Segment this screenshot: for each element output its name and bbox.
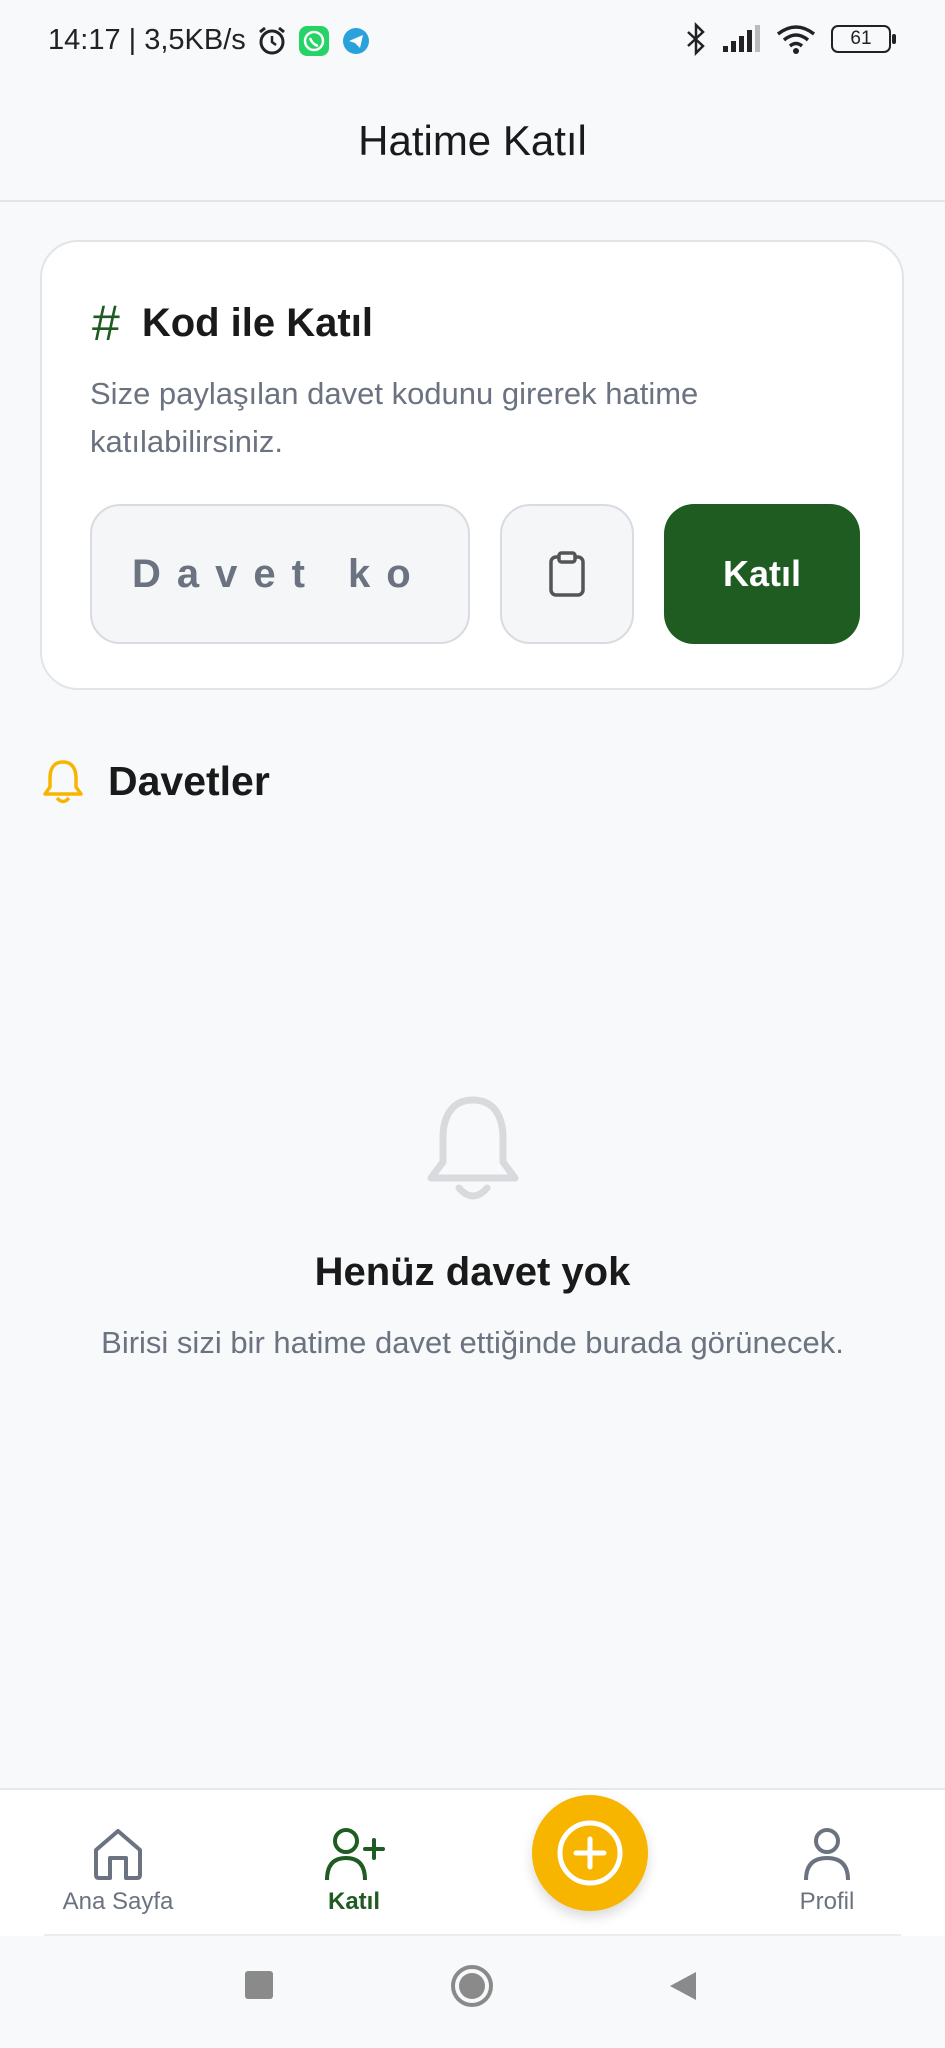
status-bar: 14:17 | 3,5KB/s 61: [0, 0, 945, 82]
battery-icon: 61: [831, 25, 896, 53]
hash-icon: #: [92, 295, 120, 351]
empty-title: Henüz davet yok: [314, 1250, 631, 1294]
plus-circle-icon: [557, 1820, 623, 1886]
user-icon: [804, 1828, 850, 1881]
invite-code-input[interactable]: [90, 504, 470, 644]
status-time-speed: 14:17 | 3,5KB/s: [48, 24, 246, 56]
card-title: Kod ile Katıl: [141, 300, 373, 345]
invitations-title: Davetler: [108, 757, 270, 804]
bottom-nav: Ana Sayfa Katıl Profil: [0, 1788, 945, 1936]
invitations-header: Davetler: [40, 756, 270, 806]
join-by-code-card: # Kod ile Katıl Size paylaşılan davet ko…: [40, 240, 904, 690]
nav-item-home[interactable]: Ana Sayfa: [28, 1826, 208, 1916]
alarm-icon: [258, 26, 285, 54]
empty-description: Birisi sizi bir hatime davet ettiğinde b…: [101, 1325, 844, 1360]
telegram-icon: [342, 27, 369, 54]
nav-label-join: Katıl: [327, 1888, 380, 1915]
clipboard-icon: [549, 551, 585, 597]
card-description: Size paylaşılan davet kodunu girerek hat…: [90, 376, 699, 459]
paste-button[interactable]: [500, 504, 634, 644]
bell-empty-icon: [427, 1096, 518, 1200]
home-circle-icon[interactable]: [450, 1964, 494, 2008]
home-icon: [94, 1829, 142, 1880]
nav-item-profile[interactable]: Profil: [737, 1826, 917, 1916]
recent-apps-icon[interactable]: [244, 1970, 274, 2000]
create-fab-button[interactable]: [532, 1795, 648, 1911]
wifi-icon: [776, 25, 816, 54]
page-title: Hatime Katıl: [358, 117, 587, 164]
join-button[interactable]: Katıl: [664, 504, 860, 644]
signal-icon: [723, 25, 760, 52]
app-header: Hatime Katıl: [0, 82, 945, 202]
nav-label-home: Ana Sayfa: [62, 1888, 174, 1915]
user-plus-icon: [325, 1828, 385, 1881]
back-triangle-icon[interactable]: [668, 1970, 698, 2002]
card-title-row: # Kod ile Katıl: [92, 298, 373, 348]
system-nav-bar: [0, 1936, 945, 2048]
battery-level: 61: [850, 28, 872, 49]
empty-state: Henüz davet yok Birisi sizi bir hatime d…: [0, 1096, 945, 1361]
bell-icon: [43, 760, 83, 804]
status-right: 61: [685, 22, 896, 56]
bluetooth-icon: [687, 22, 705, 56]
nav-item-join[interactable]: Katıl: [264, 1826, 444, 1916]
whatsapp-icon: [298, 25, 329, 56]
status-left: 14:17 | 3,5KB/s: [48, 24, 372, 57]
nav-label-profile: Profil: [799, 1888, 855, 1915]
